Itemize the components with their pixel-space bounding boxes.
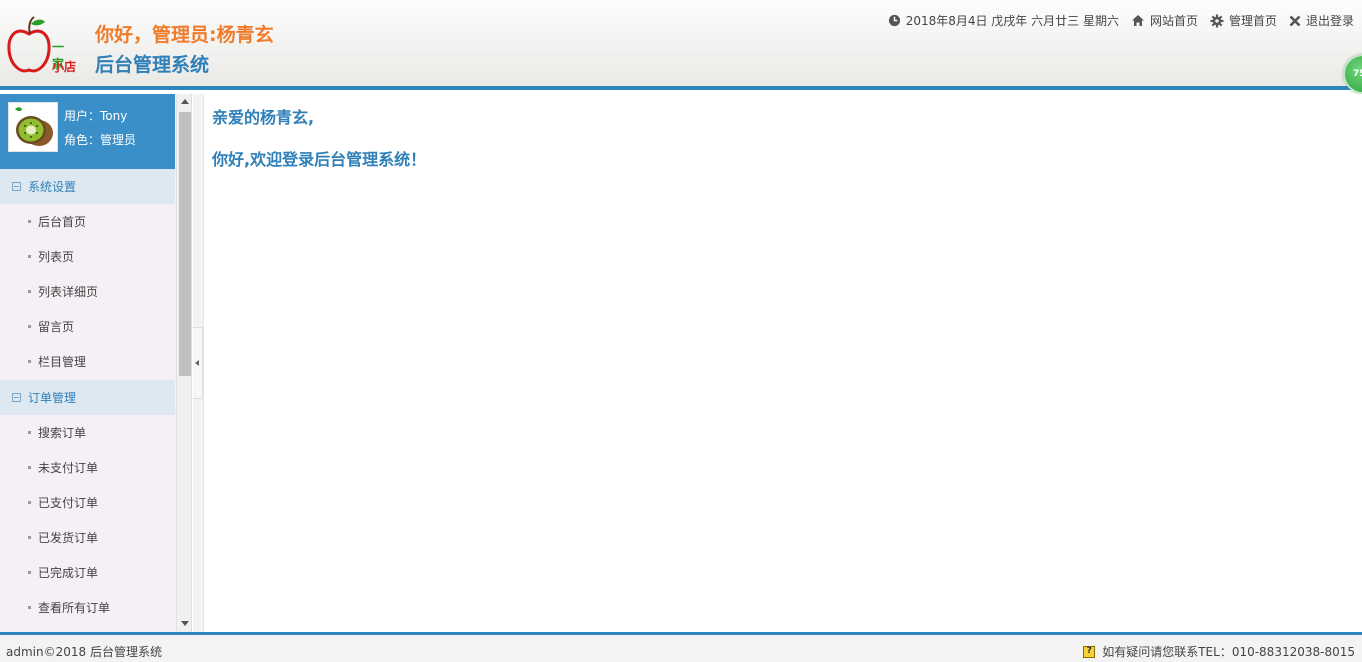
menu-item-label: 已发货订单 — [38, 531, 99, 545]
site-home-label: 网站首页 — [1149, 14, 1198, 28]
contact-text: 如有疑问请您联系TEL：010-88312038-8015 — [1102, 645, 1355, 659]
menu-item-label: 已支付订单 — [38, 496, 99, 510]
sidebar-collapse-handle[interactable] — [193, 327, 203, 399]
menu-group-title: 订单管理 — [28, 391, 77, 405]
menu-item-label: 栏目管理 — [38, 355, 87, 369]
menu-group-title: 系统设置 — [28, 180, 77, 194]
logout-label: 退出登录 — [1305, 14, 1354, 28]
menu-item-list-page[interactable]: 列表页 — [0, 239, 175, 274]
menu-item-list-detail[interactable]: 列表详细页 — [0, 274, 175, 309]
scrollbar-thumb[interactable] — [179, 112, 191, 376]
gear-icon — [1210, 14, 1224, 27]
help-icon: ? — [1083, 645, 1096, 658]
main-content: 亲爱的杨青玄, 你好,欢迎登录后台管理系统！ — [204, 94, 1362, 632]
site-home-link[interactable]: 网站首页 — [1131, 12, 1198, 29]
sidebar: 用户：Tony 角色：管理员 系统设置 后台首页 列表页 列表详细页 留言页 栏… — [0, 94, 192, 632]
admin-greeting: 你好，管理员:杨青玄 — [95, 24, 274, 46]
user-name: 用户：Tony — [64, 109, 128, 123]
menu-item-column-management[interactable]: 栏目管理 — [0, 344, 175, 379]
sidebar-scrollbar[interactable] — [176, 94, 191, 632]
logo-text-line2: 小店 — [52, 60, 77, 74]
menu-item-label: 列表页 — [38, 250, 75, 264]
chevron-left-icon — [195, 360, 199, 366]
footer: admin©2018 后台管理系统 ? 如有疑问请您联系TEL：010-8831… — [0, 632, 1362, 662]
menu-item-admin-home[interactable]: 后台首页 — [0, 204, 175, 239]
menu-item-search-orders[interactable]: 搜索订单 — [0, 415, 175, 450]
menu-item-paid-orders[interactable]: 已支付订单 — [0, 485, 175, 520]
menu-item-label: 查看所有订单 — [38, 601, 111, 615]
collapse-icon — [12, 182, 21, 191]
collapse-icon — [12, 393, 21, 402]
avatar — [8, 102, 58, 152]
system-title: 后台管理系统 — [95, 54, 210, 76]
menu-group-system-settings[interactable]: 系统设置 — [0, 169, 175, 204]
scroll-up-arrow-icon[interactable] — [181, 99, 189, 104]
kiwi-avatar-icon — [15, 107, 53, 146]
apple-logo-icon — [7, 16, 51, 73]
bullet-icon — [28, 536, 31, 539]
clock-icon — [888, 14, 900, 27]
top-toolbar: 2018年8月4日 戊戌年 六月廿三 星期六 网站首页 管理首页 退出登录 — [876, 12, 1354, 29]
welcome-salutation: 亲爱的杨青玄, — [212, 108, 315, 127]
bullet-icon — [28, 360, 31, 363]
menu-item-shipped-orders[interactable]: 已发货订单 — [0, 520, 175, 555]
header: 一家 小店 你好，管理员:杨青玄 后台管理系统 2018年8月4日 戊戌年 六月… — [0, 0, 1362, 90]
admin-home-link[interactable]: 管理首页 — [1210, 12, 1277, 29]
menu-item-label: 列表详细页 — [38, 285, 99, 299]
menu-item-all-orders[interactable]: 查看所有订单 — [0, 590, 175, 625]
close-icon — [1289, 15, 1301, 26]
menu-group-order-management[interactable]: 订单管理 — [0, 380, 175, 415]
footer-copyright: admin©2018 后台管理系统 — [6, 645, 162, 659]
welcome-message: 你好,欢迎登录后台管理系统！ — [212, 150, 427, 169]
menu-item-completed-orders[interactable]: 已完成订单 — [0, 555, 175, 590]
logout-link[interactable]: 退出登录 — [1289, 12, 1354, 29]
bullet-icon — [28, 220, 31, 223]
bullet-icon — [28, 606, 31, 609]
footer-contact: ? 如有疑问请您联系TEL：010-88312038-8015 — [1083, 643, 1355, 660]
bullet-icon — [28, 466, 31, 469]
menu-item-label: 搜索订单 — [38, 426, 87, 440]
menu-item-label: 未支付订单 — [38, 461, 99, 475]
bullet-icon — [28, 501, 31, 504]
bullet-icon — [28, 290, 31, 293]
menu-item-messages[interactable]: 留言页 — [0, 309, 175, 344]
menu-item-unpaid-orders[interactable]: 未支付订单 — [0, 450, 175, 485]
user-panel: 用户：Tony 角色：管理员 — [0, 94, 175, 169]
bullet-icon — [28, 571, 31, 574]
bullet-icon — [28, 255, 31, 258]
menu-item-label: 留言页 — [38, 320, 75, 334]
bullet-icon — [28, 431, 31, 434]
date-text: 2018年8月4日 戊戌年 六月廿三 星期六 — [905, 14, 1119, 28]
menu-item-label: 后台首页 — [38, 215, 87, 229]
home-icon — [1131, 15, 1144, 26]
menu-item-label: 已完成订单 — [38, 566, 99, 580]
admin-home-label: 管理首页 — [1228, 14, 1277, 28]
logo[interactable]: 一家 小店 — [6, 14, 80, 78]
user-role: 角色：管理员 — [64, 133, 137, 147]
bullet-icon — [28, 325, 31, 328]
date-display: 2018年8月4日 戊戌年 六月廿三 星期六 — [888, 12, 1119, 29]
scroll-down-arrow-icon[interactable] — [181, 621, 189, 626]
